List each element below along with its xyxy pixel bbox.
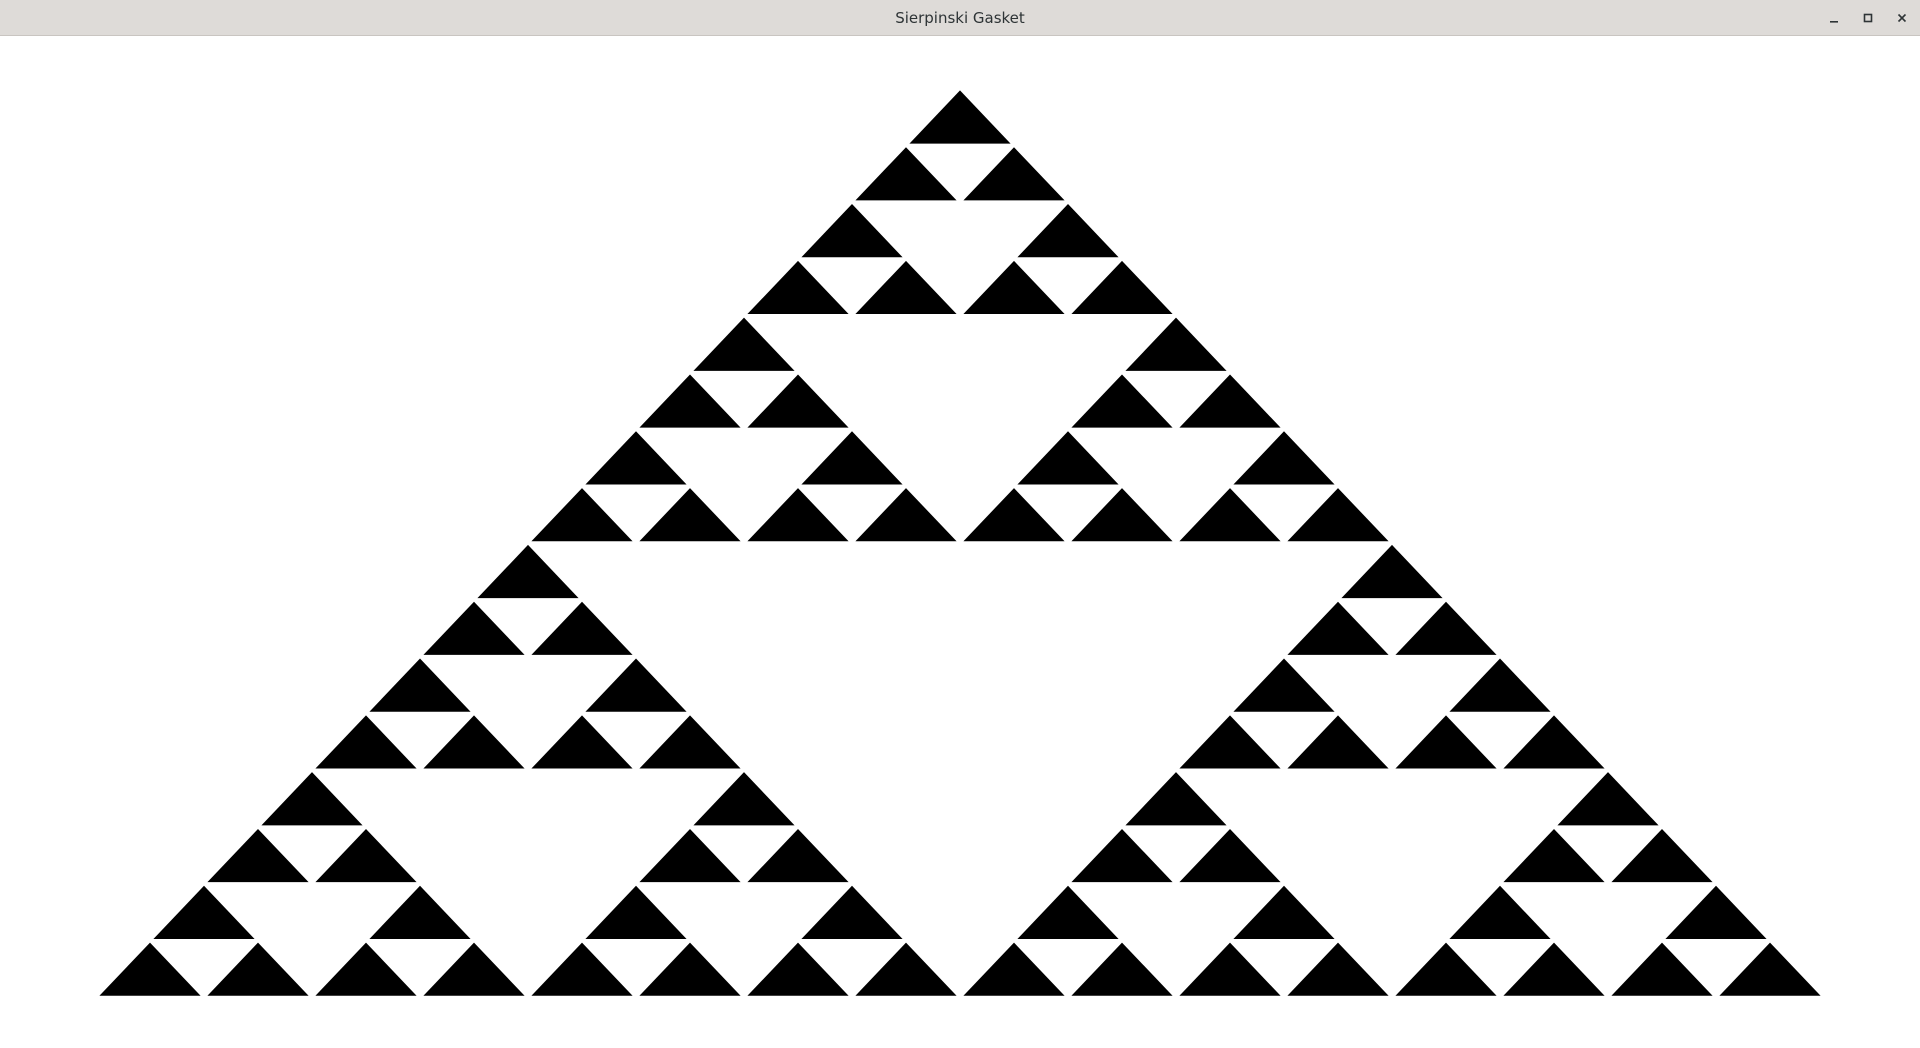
gasket-triangle: [1341, 544, 1443, 599]
gasket-triangle: [423, 601, 525, 655]
gasket-triangle: [1179, 828, 1281, 883]
gasket-triangle: [315, 828, 417, 883]
title-bar[interactable]: Sierpinski Gasket: [0, 0, 1920, 36]
gasket-triangle: [855, 942, 957, 996]
gasket-triangle: [423, 942, 525, 996]
gasket-triangle: [1719, 942, 1821, 996]
gasket-triangle: [963, 260, 1065, 315]
gasket-triangle: [1287, 488, 1389, 542]
gasket-triangle: [531, 942, 633, 996]
gasket-triangle: [1557, 772, 1659, 826]
close-button[interactable]: [1891, 7, 1913, 29]
gasket-triangle: [1179, 488, 1281, 542]
gasket-triangle: [585, 431, 687, 485]
gasket-triangle: [1449, 885, 1551, 939]
gasket-triangle: [639, 374, 741, 428]
gasket-triangle: [1287, 942, 1389, 996]
gasket-triangle: [1179, 374, 1281, 428]
gasket-triangle: [747, 488, 849, 542]
gasket-triangle: [261, 772, 363, 826]
gasket-triangle: [1611, 942, 1713, 996]
gasket-triangle: [1395, 942, 1497, 996]
gasket-triangle: [801, 431, 903, 485]
gasket-triangle: [747, 374, 849, 428]
gasket-triangle: [801, 204, 903, 258]
gasket-triangle: [99, 942, 201, 996]
gasket-triangle: [1395, 601, 1497, 655]
minimize-icon: [1830, 21, 1838, 23]
gasket-triangle: [153, 885, 255, 939]
gasket-triangle: [477, 544, 579, 599]
gasket-triangle: [909, 90, 1011, 144]
gasket-triangle: [1071, 828, 1173, 883]
gasket-triangle: [531, 601, 633, 655]
gasket-triangle: [207, 828, 309, 883]
gasket-triangle: [855, 260, 957, 315]
gasket-triangle: [1179, 715, 1281, 769]
close-icon: [1897, 13, 1907, 23]
gasket-triangle: [801, 885, 903, 939]
gasket-triangle: [1233, 658, 1335, 712]
gasket-triangle: [693, 317, 795, 371]
drawing-canvas: [0, 36, 1920, 1048]
gasket-triangle: [1017, 431, 1119, 485]
gasket-triangle: [1179, 942, 1281, 996]
gasket-triangle: [1017, 885, 1119, 939]
window-title: Sierpinski Gasket: [895, 9, 1025, 27]
gasket-triangle: [693, 772, 795, 826]
gasket-triangle: [423, 715, 525, 769]
gasket-triangle: [963, 942, 1065, 996]
gasket-triangle: [1071, 260, 1173, 315]
gasket-triangle: [1071, 374, 1173, 428]
gasket-triangle: [1233, 885, 1335, 939]
gasket-triangle: [1395, 715, 1497, 769]
gasket-triangle: [1503, 828, 1605, 883]
gasket-triangle: [963, 147, 1065, 201]
gasket-triangle: [369, 658, 471, 712]
gasket-triangle: [1071, 942, 1173, 996]
gasket-triangle: [639, 488, 741, 542]
gasket-triangle: [1071, 488, 1173, 542]
gasket-triangle: [315, 942, 417, 996]
gasket-triangle: [747, 828, 849, 883]
gasket-triangle: [1665, 885, 1767, 939]
gasket-triangle: [1287, 715, 1389, 769]
gasket-triangle: [1017, 204, 1119, 258]
gasket-triangle: [1611, 828, 1713, 883]
gasket-triangle: [531, 715, 633, 769]
gasket-triangle: [315, 715, 417, 769]
gasket-triangle: [639, 828, 741, 883]
gasket-triangle: [585, 658, 687, 712]
gasket-triangle: [747, 260, 849, 315]
gasket-triangle: [1503, 942, 1605, 996]
gasket-triangle: [1449, 658, 1551, 712]
gasket-triangle: [1287, 601, 1389, 655]
maximize-icon: [1863, 13, 1873, 23]
gasket-triangle: [747, 942, 849, 996]
gasket-triangle: [585, 885, 687, 939]
gasket-triangle: [855, 147, 957, 201]
gasket-triangle: [369, 885, 471, 939]
sierpinski-gasket: [99, 90, 1821, 996]
app-window: Sierpinski Gasket: [0, 0, 1920, 1048]
gasket-triangle: [1125, 772, 1227, 826]
gasket-triangle: [963, 488, 1065, 542]
gasket-triangle: [639, 942, 741, 996]
gasket-triangle: [639, 715, 741, 769]
gasket-triangle: [531, 488, 633, 542]
gasket-triangle: [855, 488, 957, 542]
gasket-triangle: [1125, 317, 1227, 371]
gasket-triangle: [1503, 715, 1605, 769]
minimize-button[interactable]: [1823, 7, 1845, 29]
maximize-button[interactable]: [1857, 7, 1879, 29]
gasket-triangle: [1233, 431, 1335, 485]
gasket-triangle: [207, 942, 309, 996]
